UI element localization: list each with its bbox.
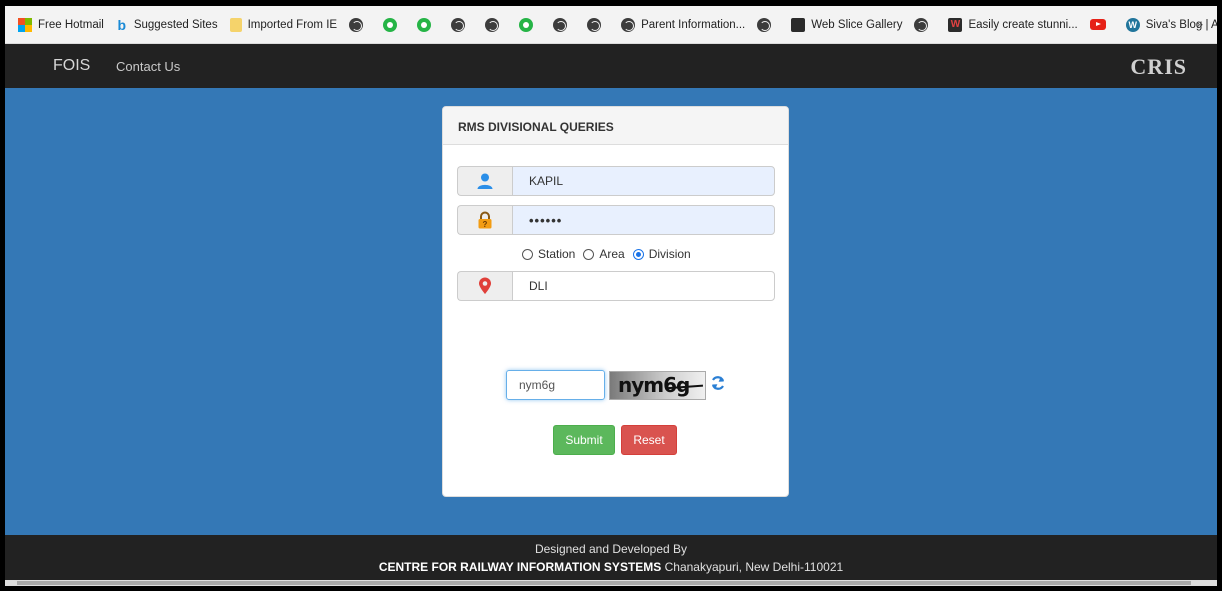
bookmark-globe[interactable]: [757, 17, 777, 32]
password-field-group: ? ••••••: [457, 205, 775, 235]
bookmark-parent-information[interactable]: Parent Information...: [621, 17, 746, 32]
bookmark-web-slice-gallery[interactable]: Web Slice Gallery: [791, 17, 903, 32]
bookmark-easily-create[interactable]: W Easily create stunni...: [948, 17, 1078, 32]
bing-icon: b: [117, 16, 127, 33]
radio-area[interactable]: Area: [583, 247, 625, 261]
bookmark-label: Suggested Sites: [133, 18, 218, 31]
username-input[interactable]: KAPIL: [512, 166, 775, 196]
level-radio-group: Station Area Division: [522, 247, 699, 261]
browser-viewport: Free Hotmail b Suggested Sites Imported …: [5, 6, 1217, 586]
bookmark-globe[interactable]: [349, 17, 369, 32]
refresh-captcha-icon[interactable]: [710, 375, 726, 391]
login-panel: RMS DIVISIONAL QUERIES KAPIL ? •••••• St…: [442, 106, 789, 497]
bookmark-globe[interactable]: [914, 17, 934, 32]
globe-icon: [587, 17, 602, 32]
bookmark-globe[interactable]: [587, 17, 607, 32]
bookmark-globe[interactable]: [485, 17, 505, 32]
globe-icon: [349, 17, 364, 32]
bookmark-label: Easily create stunni...: [968, 18, 1078, 31]
bookmark-whatsapp[interactable]: [417, 17, 437, 32]
panel-title: RMS DIVISIONAL QUERIES: [443, 107, 788, 145]
reset-button[interactable]: Reset: [621, 425, 677, 455]
bookmarks-bar: Free Hotmail b Suggested Sites Imported …: [5, 6, 1217, 44]
bookmark-globe[interactable]: [553, 17, 573, 32]
radio-station[interactable]: Station: [522, 247, 575, 261]
radio-label: Division: [648, 247, 691, 261]
radio-button[interactable]: [522, 248, 533, 260]
folder-icon: [229, 17, 242, 32]
bookmark-imported-from-ie[interactable]: Imported From IE: [229, 17, 338, 32]
bookmark-label: Web Slice Gallery: [811, 18, 903, 31]
lock-icon: ?: [457, 205, 512, 235]
captcha-image: nym6g: [609, 371, 706, 400]
division-code-input[interactable]: DLI: [512, 271, 775, 301]
globe-icon: [621, 17, 636, 32]
bookmark-globe[interactable]: [451, 17, 471, 32]
bookmark-label: Parent Information...: [641, 18, 746, 31]
bookmark-label: Free Hotmail: [38, 18, 104, 31]
wordpress-icon: W: [1125, 17, 1140, 32]
footer-line2: CENTRE FOR RAILWAY INFORMATION SYSTEMS C…: [5, 558, 1217, 576]
cris-logo: CRIS: [1130, 54, 1187, 79]
bookmark-label: Imported From IE: [247, 18, 338, 31]
globe-icon: [553, 17, 568, 32]
page-footer: Designed and Developed By CENTRE FOR RAI…: [5, 535, 1217, 580]
nav-brand-fois[interactable]: FOIS: [53, 57, 90, 75]
radio-button-selected[interactable]: [632, 248, 644, 260]
horizontal-scrollbar[interactable]: [5, 580, 1217, 586]
bookmark-free-hotmail[interactable]: Free Hotmail: [18, 17, 104, 32]
web-slice-icon: [791, 17, 806, 32]
globe-icon: [757, 17, 772, 32]
footer-org-name: CENTRE FOR RAILWAY INFORMATION SYSTEMS: [378, 560, 662, 574]
whatsapp-icon: [383, 17, 398, 32]
user-icon: [457, 166, 512, 196]
top-navbar: FOIS Contact Us CRIS: [5, 44, 1217, 88]
bookmark-sivas-blog[interactable]: W Siva's Blog | A Blog...: [1125, 17, 1217, 32]
radio-button[interactable]: [583, 248, 595, 260]
youtube-icon: [1089, 19, 1106, 30]
whatsapp-icon: [417, 17, 432, 32]
bookmark-suggested-sites[interactable]: b Suggested Sites: [116, 17, 218, 33]
bookmark-youtube[interactable]: [1089, 19, 1112, 30]
map-marker-icon: [457, 271, 512, 301]
svg-text:?: ?: [483, 220, 488, 229]
microsoft-icon: [18, 17, 32, 32]
username-field-group: KAPIL: [457, 166, 775, 196]
captcha-image-text: nym6g: [618, 373, 690, 397]
scrollbar-thumb[interactable]: [17, 581, 1191, 585]
bookmark-whatsapp[interactable]: [383, 17, 403, 32]
nav-link-contact-us[interactable]: Contact Us: [116, 59, 180, 74]
radio-label: Station: [538, 247, 576, 261]
radio-label: Area: [599, 247, 625, 261]
submit-button[interactable]: Submit: [553, 425, 615, 455]
globe-icon: [451, 17, 466, 32]
globe-icon: [914, 17, 929, 32]
bookmark-label: Siva's Blog | A Blog...: [1145, 18, 1217, 31]
w-icon: W: [948, 17, 963, 32]
password-input[interactable]: ••••••: [512, 205, 775, 235]
bookmark-whatsapp[interactable]: [519, 17, 539, 32]
globe-icon: [485, 17, 500, 32]
location-field-group: DLI: [457, 271, 775, 301]
radio-division[interactable]: Division: [632, 247, 691, 261]
captcha-input[interactable]: nym6g: [506, 370, 605, 400]
whatsapp-icon: [519, 17, 534, 32]
footer-address: Chanakyapuri, New Delhi-110021: [661, 560, 844, 574]
bookmarks-overflow-button[interactable]: »: [1196, 17, 1203, 31]
footer-line1: Designed and Developed By: [534, 542, 688, 556]
